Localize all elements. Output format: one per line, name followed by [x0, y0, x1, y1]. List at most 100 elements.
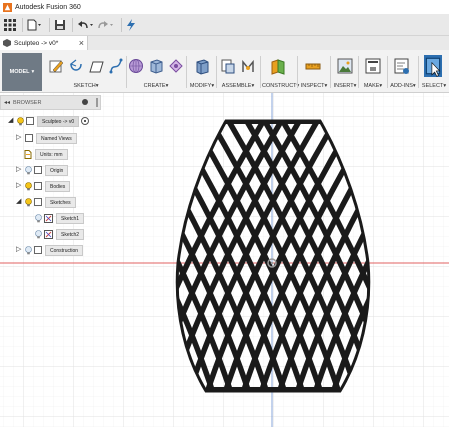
tree-item-label: Sketch2	[56, 228, 85, 240]
expanded-triangle-icon[interactable]: ◢	[8, 117, 15, 125]
expanded-triangle-icon[interactable]: ◢	[16, 198, 23, 206]
grid-icon	[4, 18, 16, 31]
form-icon	[169, 59, 183, 73]
modify-group[interactable]: MODIFY▾	[188, 52, 216, 92]
chevron-down-icon: ▾	[165, 83, 169, 89]
rectangle-icon	[89, 61, 104, 73]
chevron-down-icon: ▾	[211, 83, 215, 89]
scripts-icon	[394, 58, 409, 74]
tree-item-units[interactable]: Units: mm	[24, 148, 68, 160]
tree-item-bodies[interactable]: ▷ Bodies	[16, 180, 71, 192]
create-group[interactable]: CREATE▾	[128, 52, 184, 92]
addins-group-label: ADD-INS	[390, 83, 413, 89]
select-group-label: SELECT	[421, 83, 444, 89]
lightbulb-icon[interactable]	[17, 116, 24, 126]
3d-print-icon	[365, 58, 381, 74]
lightbulb-off-icon[interactable]	[35, 229, 42, 239]
make-group[interactable]: MAKE▾	[360, 52, 386, 92]
create-group-label: CREATE	[143, 83, 166, 89]
collapsed-triangle-icon[interactable]: ▷	[16, 246, 23, 254]
separator	[260, 56, 261, 88]
separator	[358, 56, 359, 88]
close-icon[interactable]: ×	[79, 37, 84, 49]
addins-group[interactable]: ADD-INS▾	[389, 52, 417, 92]
tree-item-sketch2[interactable]: Sketch2	[33, 228, 85, 240]
folder-icon	[34, 166, 42, 174]
sketch-icon	[44, 229, 53, 239]
folder-icon	[25, 134, 33, 142]
sketch-pencil-icon	[49, 60, 64, 73]
separator	[387, 56, 388, 88]
offset-plane-icon	[271, 59, 285, 75]
tree-item-sketch1[interactable]: Sketch1	[33, 212, 85, 224]
vase-base-rim	[206, 387, 340, 392]
box-icon	[150, 59, 163, 74]
construct-group[interactable]: CONSTRUCT▾	[262, 52, 299, 92]
assemble-group[interactable]: ASSEMBLE▾	[218, 52, 258, 92]
collapsed-triangle-icon[interactable]: ▷	[16, 134, 23, 142]
lightbulb-off-icon[interactable]	[25, 245, 32, 255]
lightbulb-icon[interactable]	[25, 181, 32, 191]
save-button[interactable]	[54, 16, 66, 34]
divider-handle[interactable]	[96, 98, 98, 107]
separator	[49, 17, 50, 32]
separator	[121, 17, 122, 32]
lightbulb-icon[interactable]	[25, 197, 32, 207]
tree-item-construction[interactable]: ▷ Construction	[16, 244, 84, 256]
inspect-group-label: INSPECT	[300, 83, 325, 89]
tree-item-label: Origin	[45, 164, 69, 176]
sketch-group[interactable]: SKETCH▾	[48, 52, 124, 92]
separator	[297, 56, 298, 88]
tree-item-label: Sketch1	[56, 212, 85, 224]
chevron-down-icon: ▾	[412, 83, 416, 89]
separator	[72, 17, 73, 32]
separator	[126, 56, 127, 88]
select-group[interactable]: SELECT▾	[420, 52, 448, 92]
job-status-button[interactable]	[126, 16, 136, 34]
tree-item-named-views[interactable]: ▷ Named Views	[16, 132, 77, 144]
sketch-group-label: SKETCH	[73, 83, 96, 89]
tree-root[interactable]: ◢ Sculpteo -> v0	[8, 115, 90, 127]
collapse-icon[interactable]: ◂◂	[4, 99, 10, 106]
lightbulb-off-icon[interactable]	[35, 213, 42, 223]
tree-item-label: Units: mm	[35, 148, 68, 160]
folder-icon	[34, 182, 42, 190]
tree-item-origin[interactable]: ▷ Origin	[16, 164, 69, 176]
vase-top-rim	[226, 120, 320, 124]
redo-button[interactable]	[97, 16, 115, 34]
inspect-group[interactable]: INSPECT▾	[299, 52, 329, 92]
make-group-label: MAKE	[363, 83, 380, 89]
tree-item-label: Sketches	[45, 196, 76, 208]
construct-group-label: CONSTRUCT	[262, 83, 297, 89]
document-tab[interactable]: Sculpteo -> v0* ×	[0, 36, 88, 50]
chevron-down-icon: ▾	[324, 83, 328, 89]
browser-header[interactable]: ◂◂ BROWSER	[0, 95, 101, 110]
window-title: Autodesk Fusion 360	[15, 3, 81, 11]
fusion-logo-icon	[3, 2, 12, 12]
redo-icon	[98, 20, 113, 28]
workspace-switcher[interactable]: MODEL ▾	[2, 53, 42, 91]
tree-item-sketches[interactable]: ◢ Sketches	[16, 196, 76, 208]
insert-group[interactable]: INSERT▾	[332, 52, 358, 92]
insert-group-label: INSERT	[333, 83, 354, 89]
active-radio-icon[interactable]	[81, 117, 90, 125]
title-bar: Autodesk Fusion 360	[0, 0, 449, 14]
pin-icon[interactable]	[82, 99, 88, 105]
document-settings-icon	[24, 149, 32, 159]
assemble-group-label: ASSEMBLE	[221, 83, 252, 89]
separator	[418, 56, 419, 88]
lightbulb-off-icon[interactable]	[25, 165, 32, 175]
collapsed-triangle-icon[interactable]: ▷	[16, 182, 23, 190]
separator	[216, 56, 217, 88]
chevron-down-icon: ▾	[379, 83, 383, 89]
separator	[186, 56, 187, 88]
document-tab-label: Sculpteo -> v0*	[14, 39, 59, 47]
data-panel-button[interactable]	[4, 16, 16, 34]
spline-icon	[109, 58, 123, 74]
file-menu-button[interactable]	[27, 16, 43, 34]
new-component-icon	[221, 59, 235, 74]
undo-button[interactable]	[77, 16, 95, 34]
chevron-down-icon: ▾	[443, 83, 447, 89]
chevron-down-icon: ▾	[95, 83, 99, 89]
collapsed-triangle-icon[interactable]: ▷	[16, 166, 23, 174]
